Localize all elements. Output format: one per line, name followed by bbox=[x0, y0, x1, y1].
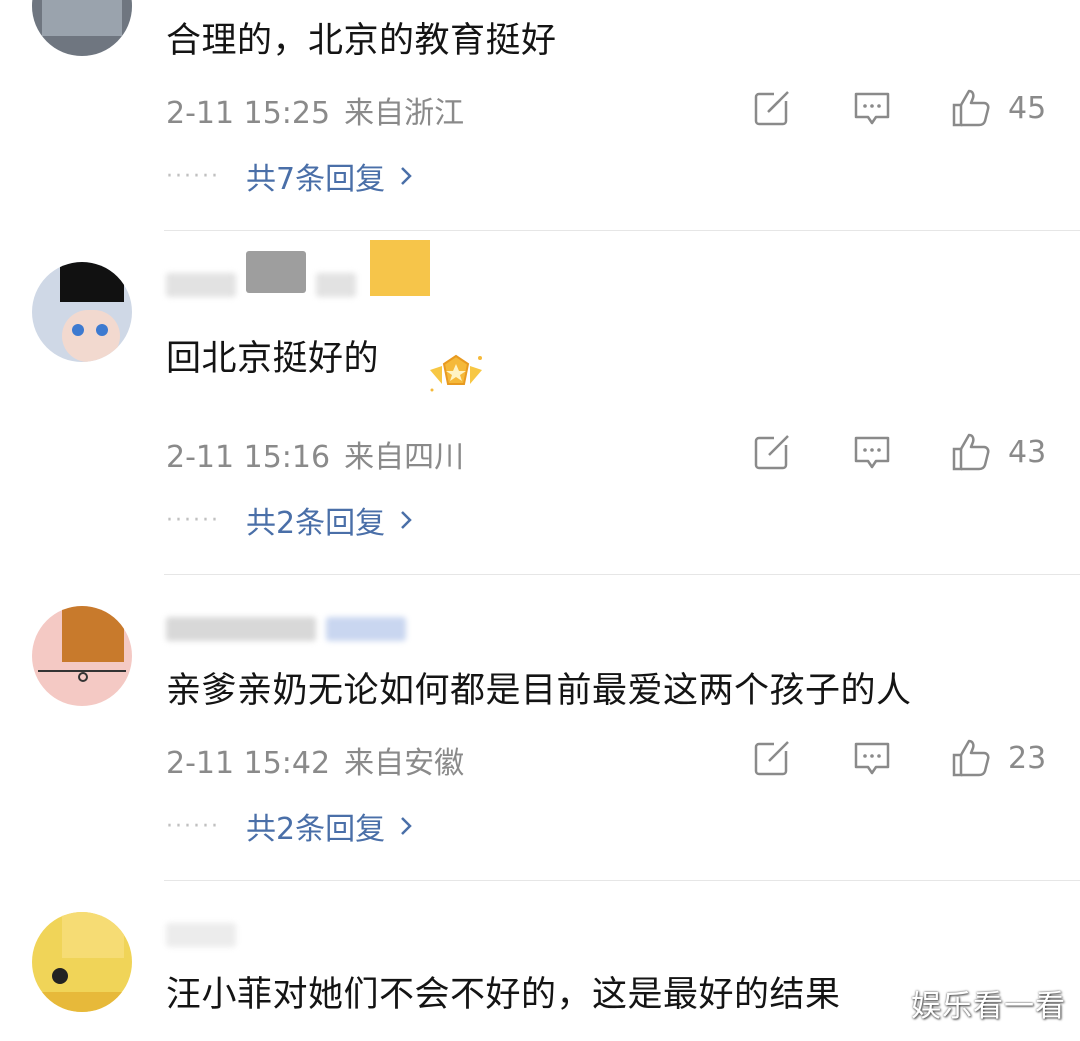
like-button[interactable]: 23 bbox=[950, 736, 1046, 780]
like-button[interactable]: 43 bbox=[950, 430, 1046, 474]
ellipsis-icon: ······ bbox=[166, 813, 220, 839]
username-redacted bbox=[166, 918, 236, 952]
avatar[interactable] bbox=[32, 262, 132, 362]
chevron-right-icon bbox=[401, 817, 412, 835]
comment-button[interactable] bbox=[852, 430, 892, 474]
view-replies[interactable]: ······ 共2条回复 bbox=[166, 804, 413, 848]
comment-text: 亲爹亲奶无论如何都是目前最爱这两个孩子的人 bbox=[166, 671, 912, 711]
chevron-right-icon bbox=[401, 167, 412, 185]
comment-text: 回北京挺好的 bbox=[166, 339, 380, 379]
thumbs-up-icon bbox=[952, 433, 990, 471]
edit-icon bbox=[754, 91, 790, 126]
replies-link[interactable]: 共7条回复 bbox=[246, 154, 385, 198]
comment-meta: 2-11 15:25 来自浙江 bbox=[166, 88, 464, 132]
thumbs-up-icon bbox=[952, 739, 990, 777]
vip-tag-redacted bbox=[370, 240, 430, 296]
comment-location: 来自四川 bbox=[344, 440, 465, 475]
repost-button[interactable] bbox=[752, 86, 792, 130]
watermark: 娱乐看一看 bbox=[911, 989, 1066, 1024]
like-button[interactable]: 45 bbox=[950, 86, 1046, 130]
comment-time: 2-11 15:16 bbox=[166, 440, 331, 475]
divider bbox=[164, 880, 1080, 881]
comment-location: 来自浙江 bbox=[344, 96, 465, 131]
comment-location: 来自安徽 bbox=[344, 746, 465, 781]
avatar[interactable] bbox=[32, 912, 132, 1012]
chevron-right-icon bbox=[401, 511, 412, 529]
ellipsis-icon: ······ bbox=[166, 163, 220, 189]
comment-button[interactable] bbox=[852, 736, 892, 780]
replies-link[interactable]: 共2条回复 bbox=[246, 804, 385, 848]
thumbs-up-icon bbox=[952, 89, 990, 127]
divider bbox=[164, 230, 1080, 231]
comment-button[interactable] bbox=[852, 86, 892, 130]
like-count: 43 bbox=[1008, 434, 1047, 470]
like-count: 45 bbox=[1008, 90, 1047, 126]
repost-button[interactable] bbox=[752, 430, 792, 474]
repost-button[interactable] bbox=[752, 736, 792, 780]
comment-icon bbox=[854, 742, 890, 775]
replies-link[interactable]: 共2条回复 bbox=[246, 498, 385, 542]
view-replies[interactable]: ······ 共2条回复 bbox=[166, 498, 413, 542]
comment-text: 合理的，北京的教育挺好 bbox=[166, 21, 557, 61]
comment-meta: 2-11 15:42 来自安徽 bbox=[166, 738, 464, 782]
comment-time: 2-11 15:42 bbox=[166, 746, 331, 781]
comment-time: 2-11 15:25 bbox=[166, 96, 331, 131]
view-replies[interactable]: ······ 共7条回复 bbox=[166, 154, 413, 198]
edit-icon bbox=[754, 741, 790, 776]
comment-icon bbox=[854, 436, 890, 469]
comment-icon bbox=[854, 92, 890, 125]
avatar[interactable] bbox=[32, 606, 132, 706]
username-redacted bbox=[166, 612, 406, 646]
divider bbox=[164, 574, 1080, 575]
username-redacted bbox=[166, 251, 356, 302]
member-badge-icon bbox=[430, 354, 482, 392]
avatar[interactable] bbox=[32, 0, 132, 56]
comment-meta: 2-11 15:16 来自四川 bbox=[166, 432, 464, 476]
like-count: 23 bbox=[1008, 740, 1047, 776]
ellipsis-icon: ······ bbox=[166, 507, 220, 533]
comment-text: 汪小菲对她们不会不好的，这是最好的结果 bbox=[166, 975, 841, 1015]
edit-icon bbox=[754, 435, 790, 470]
